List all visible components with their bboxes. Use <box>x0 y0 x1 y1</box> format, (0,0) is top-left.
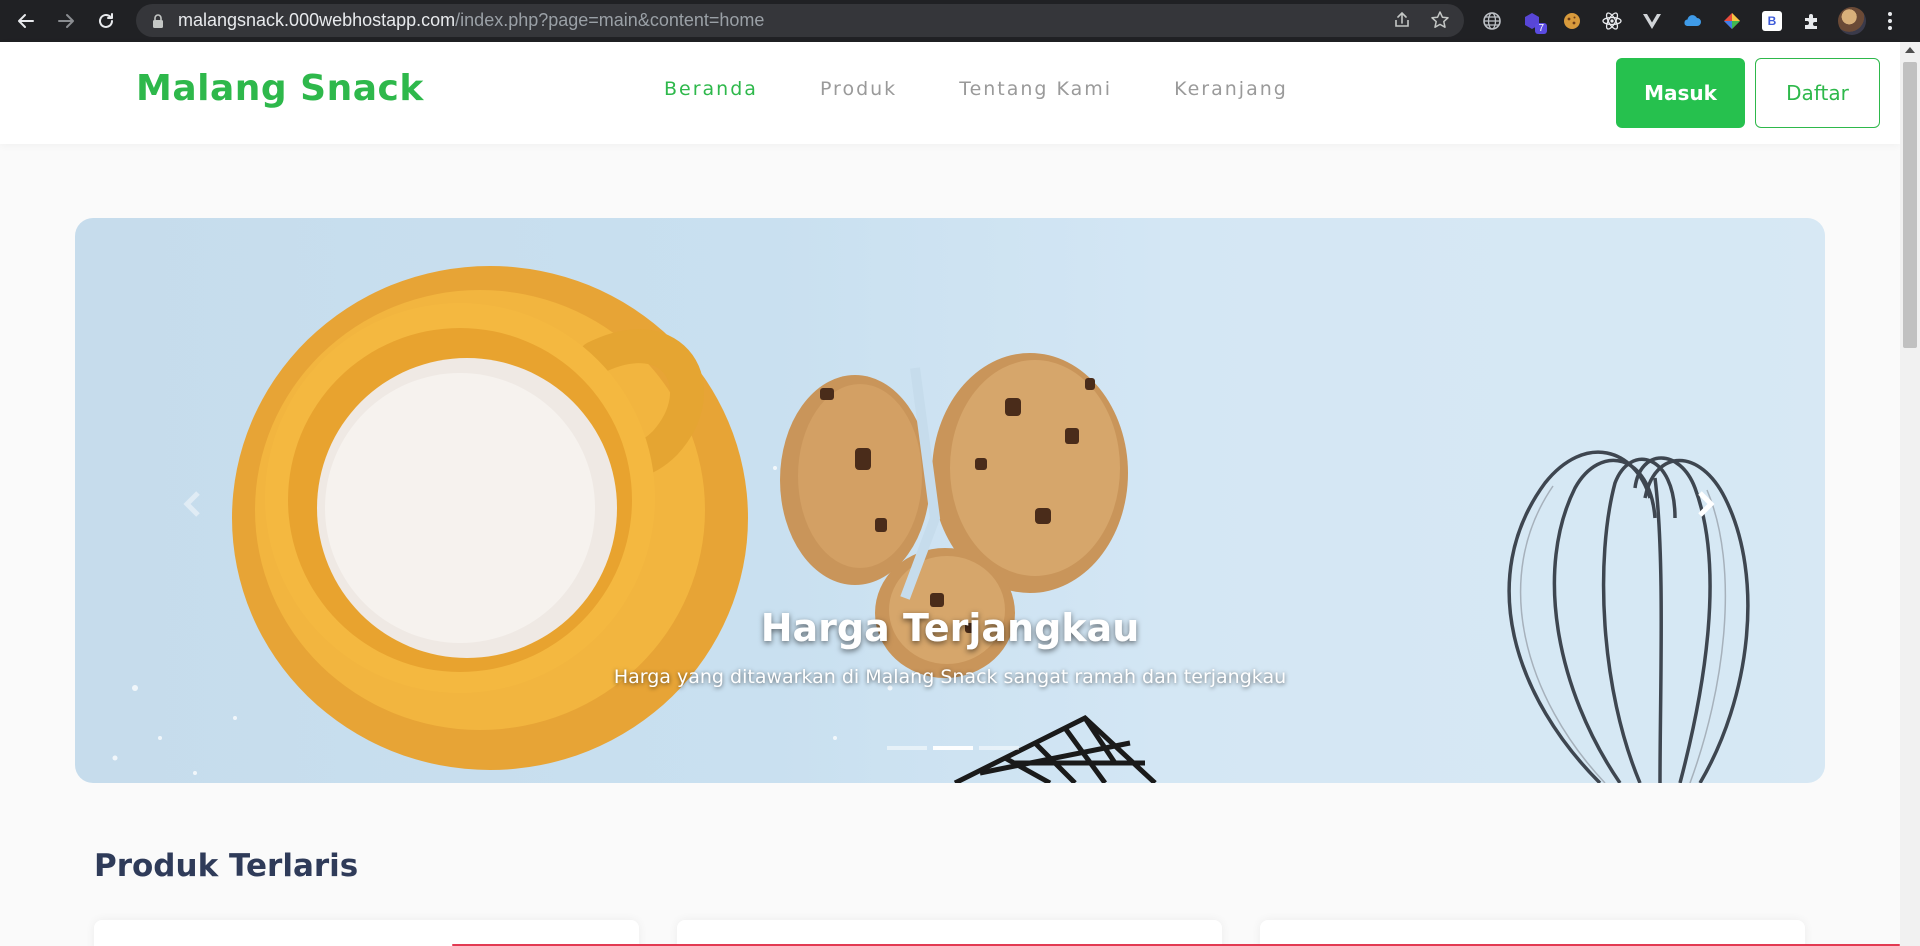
extension-cookie[interactable] <box>1558 7 1586 35</box>
globe-icon <box>1483 12 1501 30</box>
register-button[interactable]: Daftar <box>1755 58 1880 128</box>
profile-button[interactable] <box>1838 7 1866 35</box>
url-text: malangsnack.000webhostapp.com/index.php?… <box>178 10 764 31</box>
product-card[interactable] <box>1260 920 1805 946</box>
carousel-caption-title: Harga Terjangkau <box>760 606 1140 650</box>
extension-badge[interactable]: 7 <box>1518 7 1547 35</box>
login-button[interactable]: Masuk <box>1616 58 1745 128</box>
chevron-left-icon <box>183 491 200 517</box>
carousel-indicator-2[interactable] <box>933 746 973 750</box>
carousel-indicator-3[interactable] <box>979 746 1019 750</box>
cloud-icon <box>1684 15 1701 26</box>
chevron-right-icon <box>1698 491 1715 517</box>
extension-globe[interactable] <box>1478 7 1506 35</box>
extensions-bar: 7 B <box>1478 0 1902 42</box>
forward-button[interactable] <box>46 1 86 41</box>
scroll-thumb[interactable] <box>1903 62 1917 348</box>
forward-arrow-icon <box>58 14 74 28</box>
color-wheel-icon <box>1724 13 1740 29</box>
cookie-icon <box>1564 13 1580 29</box>
extension-badge-count: 7 <box>1535 23 1547 34</box>
nav-produk[interactable]: Produk <box>820 78 897 100</box>
carousel-caption-text: Harga yang ditawarkan di Malang Snack sa… <box>613 666 1287 688</box>
back-arrow-icon <box>18 14 34 28</box>
product-card[interactable] <box>94 920 639 946</box>
product-card[interactable] <box>677 920 1222 946</box>
url-path: /index.php?page=main&content=home <box>455 10 765 30</box>
hero-carousel: Harga Terjangkau Harga yang ditawarkan d… <box>75 218 1825 783</box>
nav-keranjang[interactable]: Keranjang <box>1174 78 1288 100</box>
extension-cloud[interactable] <box>1678 7 1706 35</box>
reload-icon <box>99 13 113 28</box>
carousel-next-button[interactable] <box>1687 486 1723 522</box>
section-title: Produk Terlaris <box>94 848 359 884</box>
url-host: malangsnack.000webhostapp.com <box>178 10 456 30</box>
scroll-up-arrow-icon[interactable] <box>1905 47 1915 53</box>
carousel-prev-button[interactable] <box>175 486 211 522</box>
browser-menu-icon[interactable] <box>1878 7 1902 35</box>
bookmark-star-icon[interactable] <box>1430 10 1450 30</box>
address-bar[interactable]: malangsnack.000webhostapp.com/index.php?… <box>136 4 1464 37</box>
lock-icon <box>153 13 163 28</box>
react-atom-icon <box>1602 12 1622 30</box>
back-button[interactable] <box>6 1 46 41</box>
puzzle-icon <box>1805 14 1817 29</box>
extension-b-logo: B <box>1762 11 1782 31</box>
carousel-indicators <box>887 746 1019 750</box>
main-nav: Beranda Produk Tentang Kami Keranjang <box>664 78 1288 100</box>
extension-vue[interactable] <box>1638 7 1666 35</box>
brand-logo[interactable]: Malang Snack <box>136 68 424 109</box>
page-scrollbar[interactable] <box>1900 42 1920 946</box>
share-icon[interactable] <box>1392 10 1412 30</box>
extensions-menu[interactable] <box>1798 7 1826 35</box>
extension-b[interactable]: B <box>1758 7 1786 35</box>
extension-colorpicker[interactable] <box>1718 7 1746 35</box>
extension-react[interactable] <box>1598 7 1626 35</box>
reload-button[interactable] <box>86 1 126 41</box>
vue-logo-icon <box>1643 14 1661 29</box>
nav-tentang-kami[interactable]: Tentang Kami <box>959 78 1112 100</box>
browser-toolbar: malangsnack.000webhostapp.com/index.php?… <box>0 0 1920 42</box>
hero-image <box>112 218 1825 783</box>
nav-beranda[interactable]: Beranda <box>664 78 758 100</box>
carousel-indicator-1[interactable] <box>887 746 927 750</box>
avatar <box>1838 7 1866 35</box>
site-header: Malang Snack Beranda Produk Tentang Kami… <box>0 42 1900 144</box>
